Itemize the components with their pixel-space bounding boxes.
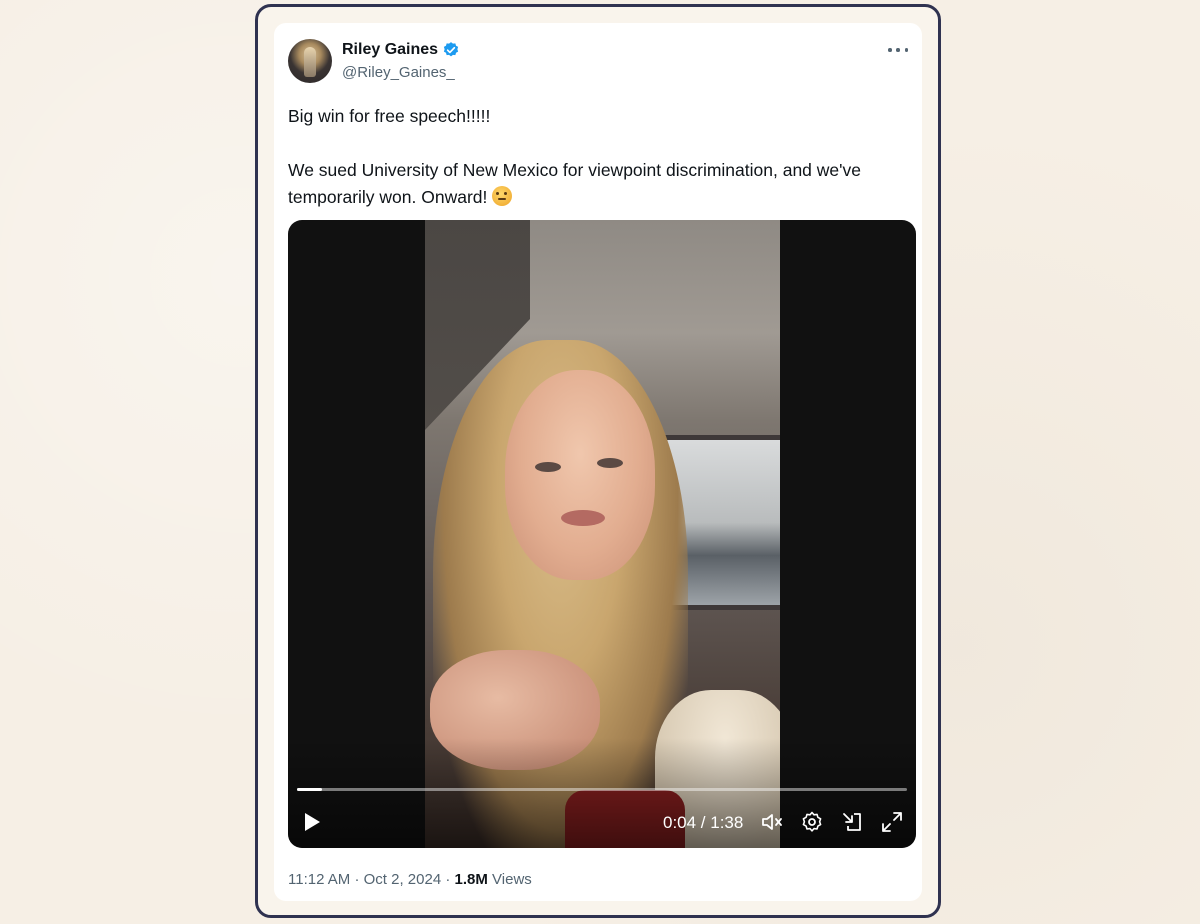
tweet-paragraph-2: We sued University of New Mexico for vie…	[288, 157, 898, 211]
views-label: Views	[492, 871, 532, 888]
volume-icon[interactable]	[760, 810, 784, 834]
tweet-text: Big win for free speech!!!!! We sued Uni…	[288, 103, 898, 211]
video-face	[505, 370, 655, 580]
meta-separator-2: ·	[445, 871, 451, 888]
tweet-frame: Riley Gaines @Riley_Gaines_ Big win for …	[255, 4, 941, 918]
verified-badge-icon	[442, 41, 460, 59]
tweet-meta-row: 11:12 AM · Oct 2, 2024 · 1.8M Views	[288, 871, 532, 888]
avatar-figure	[304, 47, 316, 77]
video-eye-left	[535, 462, 561, 472]
fullscreen-icon[interactable]	[880, 810, 904, 834]
tweet-paragraph-1: Big win for free speech!!!!!	[288, 106, 491, 126]
author-handle[interactable]: @Riley_Gaines_	[342, 64, 455, 81]
author-name-row: Riley Gaines	[342, 41, 460, 59]
video-player[interactable]: 0:04 / 1:38	[288, 220, 916, 848]
tweet-date[interactable]: Oct 2, 2024	[364, 871, 442, 888]
meta-separator: ·	[354, 871, 360, 888]
tweet-card: Riley Gaines @Riley_Gaines_ Big win for …	[274, 23, 922, 901]
author-display-name[interactable]: Riley Gaines	[342, 41, 438, 59]
tweet-paragraph-2-text: We sued University of New Mexico for vie…	[288, 160, 861, 207]
video-time-readout: 0:04 / 1:38	[663, 813, 744, 832]
more-icon[interactable]	[888, 43, 908, 57]
settings-icon[interactable]	[800, 810, 824, 834]
video-progress-bar[interactable]	[297, 788, 907, 791]
play-icon[interactable]	[300, 810, 324, 834]
saluting-face-emoji-icon	[492, 186, 513, 206]
video-progress-fill	[297, 788, 322, 791]
avatar[interactable]	[288, 39, 332, 83]
tweet-time[interactable]: 11:12 AM	[288, 871, 350, 888]
video-eye-right	[597, 458, 623, 468]
views-count: 1.8M	[454, 871, 488, 888]
pop-out-icon[interactable]	[840, 810, 864, 834]
video-lips	[561, 510, 605, 526]
